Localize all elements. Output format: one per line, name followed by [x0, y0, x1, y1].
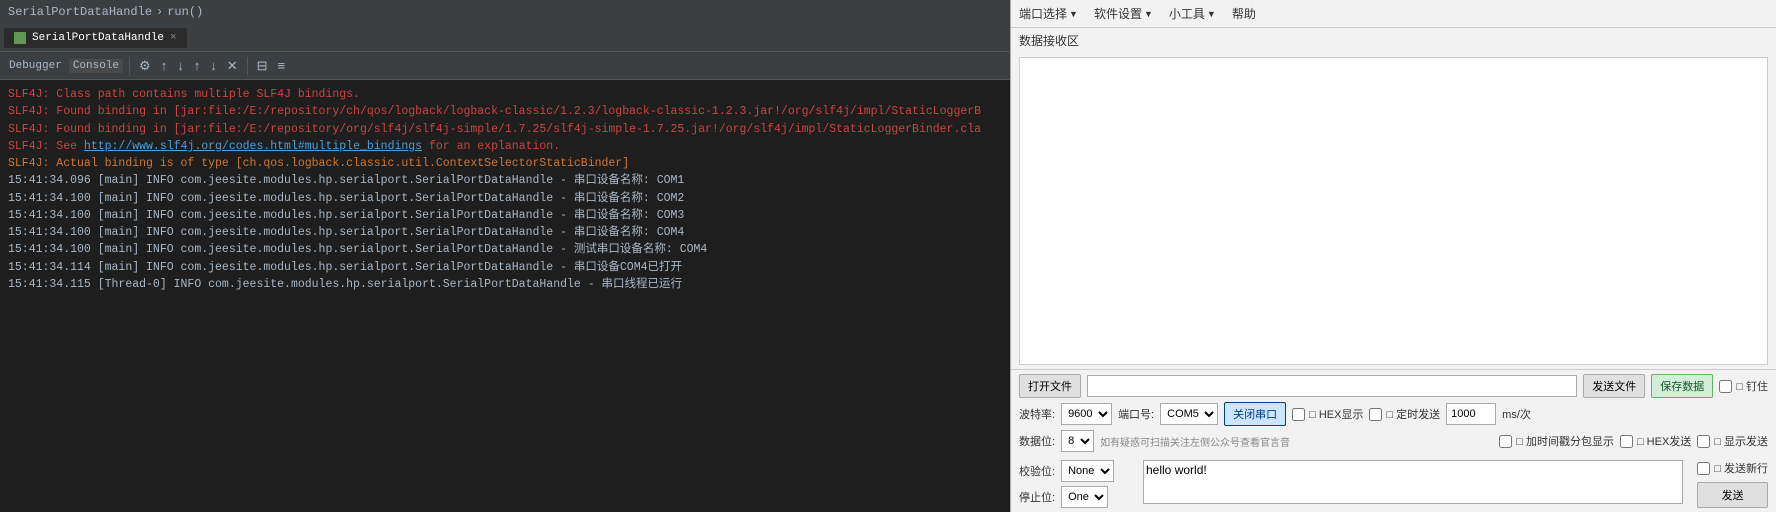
console-line: SLF4J: Found binding in [jar:file:/E:/re…: [8, 121, 1002, 138]
data-bits-label: 数据位:: [1019, 433, 1055, 449]
hex-send-checkbox[interactable]: □ HEX发送: [1620, 433, 1691, 449]
baud-label: 波特率:: [1019, 406, 1055, 422]
breadcrumb-method: run(): [167, 5, 203, 19]
pin-checkbox[interactable]: □ 钉住: [1719, 378, 1768, 394]
send-text-area[interactable]: [1143, 460, 1683, 504]
slf4j-link[interactable]: http://www.slf4j.org/codes.html#multiple…: [84, 140, 422, 153]
toolbar-btn-6[interactable]: ✕: [224, 56, 241, 76]
data-bits-select[interactable]: 8: [1061, 430, 1094, 452]
ide-panel: SerialPortDataHandle › run() SerialPortD…: [0, 0, 1010, 512]
console-line: 15:41:34.100 [main] INFO com.jeesite.mod…: [8, 207, 1002, 224]
timed-ms-input[interactable]: [1446, 403, 1496, 425]
stop-bits-label: 停止位:: [1019, 489, 1055, 505]
menu-device-settings[interactable]: 软件设置 ▼: [1094, 5, 1153, 22]
toolbar-console-btn[interactable]: Console: [69, 59, 123, 73]
toolbar-btn-8[interactable]: ≡: [275, 56, 289, 75]
send-newline-input[interactable]: [1697, 462, 1710, 475]
control-row-1: 打开文件 发送文件 保存数据 □ 钉住: [1019, 374, 1768, 398]
ide-toolbar: Debugger Console ⚙ ↑ ↓ ↑ ↓ ✕ ⊟ ≡: [0, 52, 1010, 80]
send-file-btn[interactable]: 发送文件: [1583, 374, 1645, 398]
serial-controls: 打开文件 发送文件 保存数据 □ 钉住 波特率: 9600 端口号: COM5 …: [1011, 369, 1776, 460]
baud-select[interactable]: 9600: [1061, 403, 1112, 425]
java-file-icon: [14, 32, 26, 44]
console-line: 15:41:34.114 [main] INFO com.jeesite.mod…: [8, 259, 1002, 276]
show-send-checkbox[interactable]: □ 显示发送: [1697, 433, 1768, 449]
timed-send-input[interactable]: [1369, 408, 1382, 421]
toolbar-debugger-label: Debugger: [6, 58, 65, 74]
console-line: 15:41:34.115 [Thread-0] INFO com.jeesite…: [8, 276, 1002, 293]
parity-row: 校验位: None: [1019, 460, 1129, 482]
breadcrumb-separator: ›: [156, 5, 163, 19]
parity-label: 校验位:: [1019, 463, 1055, 479]
send-newline-checkbox[interactable]: □ 发送新行: [1697, 460, 1768, 476]
console-output: SLF4J: Class path contains multiple SLF4…: [0, 80, 1010, 512]
toolbar-btn-1[interactable]: ⚙: [136, 56, 154, 76]
tab-close-btn[interactable]: ×: [170, 32, 177, 44]
timed-send-checkbox[interactable]: □ 定时发送: [1369, 406, 1440, 422]
serial-receive-area[interactable]: [1019, 57, 1768, 365]
console-line: SLF4J: Actual binding is of type [ch.qos…: [8, 155, 1002, 172]
console-line: 15:41:34.100 [main] INFO com.jeesite.mod…: [8, 190, 1002, 207]
breadcrumb: SerialPortDataHandle › run(): [0, 0, 1010, 24]
port-label: 端口号:: [1118, 406, 1154, 422]
control-row-3: 数据位: 8 如有疑惑可扫描关注左侧公众号查看官言音 □ 加时间戳分包显示 □ …: [1019, 430, 1768, 452]
console-line: 15:41:34.100 [main] INFO com.jeesite.mod…: [8, 241, 1002, 258]
port-select[interactable]: COM5: [1160, 403, 1218, 425]
file-tab[interactable]: SerialPortDataHandle ×: [4, 28, 187, 48]
control-row-2: 波特率: 9600 端口号: COM5 关闭串口 □ HEX显示 □ 定时发送 …: [1019, 402, 1768, 426]
console-line: SLF4J: Found binding in [jar:file:/E:/re…: [8, 103, 1002, 120]
hex-display-input[interactable]: [1292, 408, 1305, 421]
show-send-input[interactable]: [1697, 435, 1710, 448]
console-line: SLF4J: Class path contains multiple SLF4…: [8, 86, 1002, 103]
file-path-input[interactable]: [1087, 375, 1577, 397]
serial-panel: 端口选择 ▼ 软件设置 ▼ 小工具 ▼ 帮助 数据接收区 打开文件 发送文件 保…: [1010, 0, 1776, 512]
pin-checkbox-input[interactable]: [1719, 380, 1732, 393]
ms-per-sec-label: ms/次: [1502, 406, 1531, 422]
hex-display-checkbox[interactable]: □ HEX显示: [1292, 406, 1363, 422]
open-file-btn[interactable]: 打开文件: [1019, 374, 1081, 398]
tab-bar: SerialPortDataHandle ×: [0, 24, 1010, 52]
send-btn[interactable]: 发送: [1697, 482, 1768, 508]
console-line: 15:41:34.096 [main] INFO com.jeesite.mod…: [8, 172, 1002, 189]
menu-port-select[interactable]: 端口选择 ▼: [1019, 5, 1078, 22]
save-data-btn[interactable]: 保存数据: [1651, 374, 1713, 398]
breadcrumb-class: SerialPortDataHandle: [8, 5, 152, 19]
stop-bits-select[interactable]: One: [1061, 486, 1108, 508]
toolbar-btn-2[interactable]: ↑: [158, 56, 171, 75]
parity-select[interactable]: None: [1061, 460, 1114, 482]
serial-menubar: 端口选择 ▼ 软件设置 ▼ 小工具 ▼ 帮助: [1011, 0, 1776, 28]
toolbar-btn-7[interactable]: ⊟: [254, 56, 271, 76]
tab-label: SerialPortDataHandle: [32, 32, 164, 44]
toolbar-sep-2: [247, 57, 248, 75]
hex-send-input[interactable]: [1620, 435, 1633, 448]
console-line: SLF4J: See http://www.slf4j.org/codes.ht…: [8, 138, 1002, 155]
menu-tools[interactable]: 小工具 ▼: [1169, 5, 1216, 22]
toolbar-sep-1: [129, 57, 130, 75]
toolbar-btn-5[interactable]: ↓: [207, 56, 220, 75]
close-port-btn[interactable]: 关闭串口: [1224, 402, 1286, 426]
add-timestamp-input[interactable]: [1499, 435, 1512, 448]
menu-help[interactable]: 帮助: [1232, 5, 1256, 22]
add-timestamp-checkbox[interactable]: □ 加时间戳分包显示: [1499, 433, 1614, 449]
stop-bits-row: 停止位: One: [1019, 486, 1129, 508]
receive-area-title: 数据接收区: [1011, 28, 1776, 53]
console-line: 15:41:34.100 [main] INFO com.jeesite.mod…: [8, 224, 1002, 241]
toolbar-btn-3[interactable]: ↓: [174, 56, 187, 75]
toolbar-btn-4[interactable]: ↑: [191, 56, 204, 75]
hint-text: 如有疑惑可扫描关注左侧公众号查看官言音: [1100, 434, 1493, 449]
